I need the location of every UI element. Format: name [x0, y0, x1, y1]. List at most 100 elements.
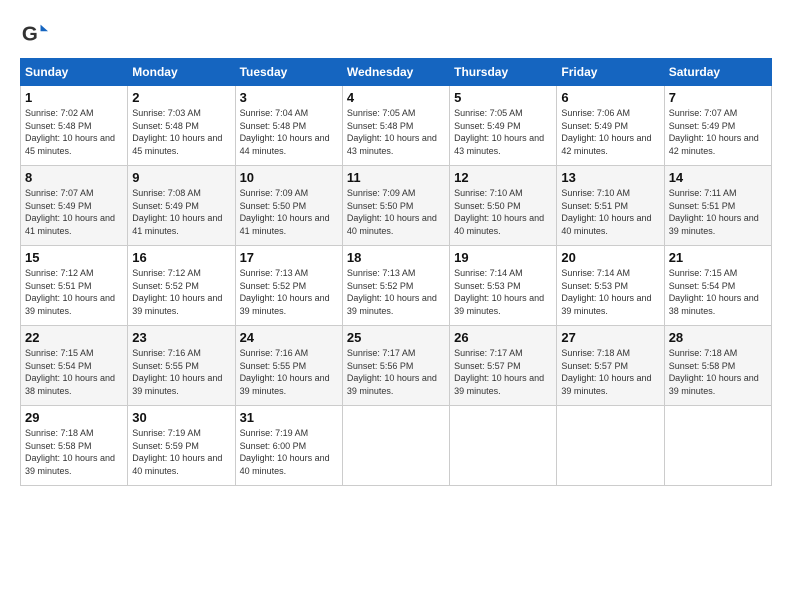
calendar-cell: 25 Sunrise: 7:17 AM Sunset: 5:56 PM Dayl… — [342, 326, 449, 406]
calendar-cell: 19 Sunrise: 7:14 AM Sunset: 5:53 PM Dayl… — [450, 246, 557, 326]
calendar-cell: 20 Sunrise: 7:14 AM Sunset: 5:53 PM Dayl… — [557, 246, 664, 326]
day-header-sunday: Sunday — [21, 59, 128, 86]
calendar-cell: 5 Sunrise: 7:05 AM Sunset: 5:49 PM Dayli… — [450, 86, 557, 166]
day-info: Sunrise: 7:18 AM Sunset: 5:58 PM Dayligh… — [25, 427, 123, 477]
day-number: 10 — [240, 170, 338, 185]
day-number: 4 — [347, 90, 445, 105]
calendar-cell: 7 Sunrise: 7:07 AM Sunset: 5:49 PM Dayli… — [664, 86, 771, 166]
day-number: 16 — [132, 250, 230, 265]
day-info: Sunrise: 7:17 AM Sunset: 5:57 PM Dayligh… — [454, 347, 552, 397]
day-info: Sunrise: 7:08 AM Sunset: 5:49 PM Dayligh… — [132, 187, 230, 237]
day-info: Sunrise: 7:09 AM Sunset: 5:50 PM Dayligh… — [347, 187, 445, 237]
day-info: Sunrise: 7:05 AM Sunset: 5:48 PM Dayligh… — [347, 107, 445, 157]
calendar-cell — [342, 406, 449, 486]
day-info: Sunrise: 7:05 AM Sunset: 5:49 PM Dayligh… — [454, 107, 552, 157]
calendar-cell — [664, 406, 771, 486]
calendar-cell: 23 Sunrise: 7:16 AM Sunset: 5:55 PM Dayl… — [128, 326, 235, 406]
calendar-cell: 1 Sunrise: 7:02 AM Sunset: 5:48 PM Dayli… — [21, 86, 128, 166]
day-info: Sunrise: 7:14 AM Sunset: 5:53 PM Dayligh… — [561, 267, 659, 317]
day-number: 15 — [25, 250, 123, 265]
calendar-cell: 6 Sunrise: 7:06 AM Sunset: 5:49 PM Dayli… — [557, 86, 664, 166]
header: G — [20, 20, 772, 48]
logo: G — [20, 20, 52, 48]
calendar-cell: 15 Sunrise: 7:12 AM Sunset: 5:51 PM Dayl… — [21, 246, 128, 326]
day-number: 22 — [25, 330, 123, 345]
calendar-cell: 29 Sunrise: 7:18 AM Sunset: 5:58 PM Dayl… — [21, 406, 128, 486]
calendar-table: SundayMondayTuesdayWednesdayThursdayFrid… — [20, 58, 772, 486]
day-info: Sunrise: 7:14 AM Sunset: 5:53 PM Dayligh… — [454, 267, 552, 317]
day-info: Sunrise: 7:19 AM Sunset: 6:00 PM Dayligh… — [240, 427, 338, 477]
calendar-cell: 22 Sunrise: 7:15 AM Sunset: 5:54 PM Dayl… — [21, 326, 128, 406]
day-info: Sunrise: 7:16 AM Sunset: 5:55 PM Dayligh… — [240, 347, 338, 397]
day-number: 14 — [669, 170, 767, 185]
calendar-cell: 30 Sunrise: 7:19 AM Sunset: 5:59 PM Dayl… — [128, 406, 235, 486]
calendar-cell: 24 Sunrise: 7:16 AM Sunset: 5:55 PM Dayl… — [235, 326, 342, 406]
day-number: 1 — [25, 90, 123, 105]
day-number: 31 — [240, 410, 338, 425]
day-number: 2 — [132, 90, 230, 105]
day-number: 11 — [347, 170, 445, 185]
calendar-cell: 3 Sunrise: 7:04 AM Sunset: 5:48 PM Dayli… — [235, 86, 342, 166]
calendar-cell: 28 Sunrise: 7:18 AM Sunset: 5:58 PM Dayl… — [664, 326, 771, 406]
day-header-wednesday: Wednesday — [342, 59, 449, 86]
day-number: 12 — [454, 170, 552, 185]
day-header-friday: Friday — [557, 59, 664, 86]
day-header-thursday: Thursday — [450, 59, 557, 86]
calendar-cell — [557, 406, 664, 486]
day-number: 13 — [561, 170, 659, 185]
calendar-cell: 13 Sunrise: 7:10 AM Sunset: 5:51 PM Dayl… — [557, 166, 664, 246]
calendar-cell: 2 Sunrise: 7:03 AM Sunset: 5:48 PM Dayli… — [128, 86, 235, 166]
calendar-cell: 18 Sunrise: 7:13 AM Sunset: 5:52 PM Dayl… — [342, 246, 449, 326]
day-number: 7 — [669, 90, 767, 105]
day-number: 24 — [240, 330, 338, 345]
day-info: Sunrise: 7:04 AM Sunset: 5:48 PM Dayligh… — [240, 107, 338, 157]
calendar-cell: 21 Sunrise: 7:15 AM Sunset: 5:54 PM Dayl… — [664, 246, 771, 326]
calendar-cell: 14 Sunrise: 7:11 AM Sunset: 5:51 PM Dayl… — [664, 166, 771, 246]
calendar-cell: 8 Sunrise: 7:07 AM Sunset: 5:49 PM Dayli… — [21, 166, 128, 246]
day-number: 19 — [454, 250, 552, 265]
day-header-tuesday: Tuesday — [235, 59, 342, 86]
day-info: Sunrise: 7:06 AM Sunset: 5:49 PM Dayligh… — [561, 107, 659, 157]
day-info: Sunrise: 7:03 AM Sunset: 5:48 PM Dayligh… — [132, 107, 230, 157]
day-number: 27 — [561, 330, 659, 345]
day-number: 5 — [454, 90, 552, 105]
day-number: 30 — [132, 410, 230, 425]
calendar-cell: 16 Sunrise: 7:12 AM Sunset: 5:52 PM Dayl… — [128, 246, 235, 326]
day-info: Sunrise: 7:07 AM Sunset: 5:49 PM Dayligh… — [669, 107, 767, 157]
calendar-cell: 12 Sunrise: 7:10 AM Sunset: 5:50 PM Dayl… — [450, 166, 557, 246]
day-info: Sunrise: 7:18 AM Sunset: 5:57 PM Dayligh… — [561, 347, 659, 397]
day-number: 21 — [669, 250, 767, 265]
day-info: Sunrise: 7:18 AM Sunset: 5:58 PM Dayligh… — [669, 347, 767, 397]
day-info: Sunrise: 7:02 AM Sunset: 5:48 PM Dayligh… — [25, 107, 123, 157]
day-info: Sunrise: 7:12 AM Sunset: 5:52 PM Dayligh… — [132, 267, 230, 317]
day-info: Sunrise: 7:17 AM Sunset: 5:56 PM Dayligh… — [347, 347, 445, 397]
day-info: Sunrise: 7:15 AM Sunset: 5:54 PM Dayligh… — [669, 267, 767, 317]
day-number: 28 — [669, 330, 767, 345]
calendar-cell: 4 Sunrise: 7:05 AM Sunset: 5:48 PM Dayli… — [342, 86, 449, 166]
day-info: Sunrise: 7:12 AM Sunset: 5:51 PM Dayligh… — [25, 267, 123, 317]
calendar-cell: 31 Sunrise: 7:19 AM Sunset: 6:00 PM Dayl… — [235, 406, 342, 486]
day-info: Sunrise: 7:10 AM Sunset: 5:51 PM Dayligh… — [561, 187, 659, 237]
day-number: 6 — [561, 90, 659, 105]
day-info: Sunrise: 7:11 AM Sunset: 5:51 PM Dayligh… — [669, 187, 767, 237]
day-number: 9 — [132, 170, 230, 185]
day-info: Sunrise: 7:16 AM Sunset: 5:55 PM Dayligh… — [132, 347, 230, 397]
calendar-cell: 27 Sunrise: 7:18 AM Sunset: 5:57 PM Dayl… — [557, 326, 664, 406]
svg-text:G: G — [22, 23, 38, 46]
day-header-monday: Monday — [128, 59, 235, 86]
day-info: Sunrise: 7:15 AM Sunset: 5:54 PM Dayligh… — [25, 347, 123, 397]
day-number: 17 — [240, 250, 338, 265]
day-number: 8 — [25, 170, 123, 185]
logo-icon: G — [20, 20, 48, 48]
day-info: Sunrise: 7:07 AM Sunset: 5:49 PM Dayligh… — [25, 187, 123, 237]
calendar-cell — [450, 406, 557, 486]
day-number: 26 — [454, 330, 552, 345]
day-info: Sunrise: 7:19 AM Sunset: 5:59 PM Dayligh… — [132, 427, 230, 477]
calendar-cell: 11 Sunrise: 7:09 AM Sunset: 5:50 PM Dayl… — [342, 166, 449, 246]
day-number: 20 — [561, 250, 659, 265]
day-number: 3 — [240, 90, 338, 105]
calendar-cell: 17 Sunrise: 7:13 AM Sunset: 5:52 PM Dayl… — [235, 246, 342, 326]
day-info: Sunrise: 7:09 AM Sunset: 5:50 PM Dayligh… — [240, 187, 338, 237]
day-number: 18 — [347, 250, 445, 265]
day-info: Sunrise: 7:13 AM Sunset: 5:52 PM Dayligh… — [240, 267, 338, 317]
